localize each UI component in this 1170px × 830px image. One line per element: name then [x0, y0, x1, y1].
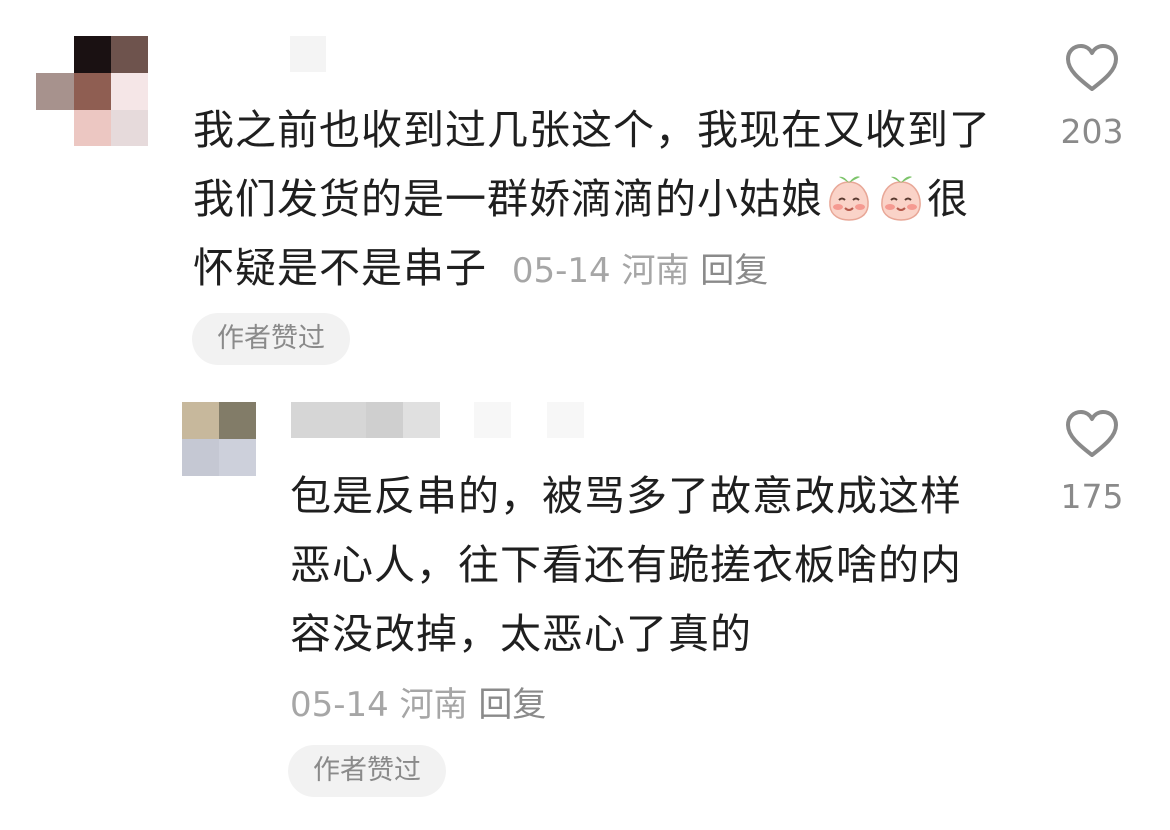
- face-with-smile-emoji: [881, 176, 921, 221]
- comment-line: 怀疑是不是串子 05-14 河南 回复: [193, 244, 769, 292]
- like-count: 175: [1060, 477, 1124, 516]
- comment-location: 河南: [621, 251, 690, 291]
- reply-comment-item: 包是反串的，被骂多了故意改成这样 恶心人，往下看还有跪搓衣板啥的内 容没改掉，太…: [0, 380, 1170, 830]
- comment-line: 容没改掉，太恶心了真的: [290, 610, 752, 658]
- username-blurred[interactable]: [195, 36, 335, 72]
- like-button[interactable]: [1064, 408, 1120, 460]
- username-blurred[interactable]: [291, 402, 591, 438]
- comment-date: 05-14: [290, 685, 389, 725]
- comment-line: 我们发货的是一群娇滴滴的小姑娘 很: [193, 165, 991, 234]
- like-button[interactable]: [1064, 42, 1120, 94]
- comment-date: 05-14: [511, 251, 611, 291]
- comment-meta: 05-14 河南 回复: [290, 677, 546, 726]
- heart-icon: [1066, 410, 1118, 457]
- comment-line: 恶心人，往下看还有跪搓衣板啥的内: [290, 541, 962, 589]
- face-with-smile-emoji: [829, 176, 869, 221]
- heart-icon: [1066, 44, 1118, 91]
- comment-line: 包是反串的，被骂多了故意改成这样: [290, 472, 962, 520]
- comment-line: 我之前也收到过几张这个，我现在又收到了: [193, 106, 991, 154]
- comment-item: 我之前也收到过几张这个，我现在又收到了 我们发货的是一群娇滴滴的小姑娘 很 怀疑…: [0, 0, 1170, 380]
- comment-meta: 05-14 河南 回复: [501, 251, 768, 291]
- reply-button[interactable]: 回复: [700, 251, 768, 291]
- like-count: 203: [1060, 112, 1124, 151]
- comment-body: 包是反串的，被骂多了故意改成这样 恶心人，往下看还有跪搓衣板啥的内 容没改掉，太…: [290, 462, 962, 669]
- avatar[interactable]: [182, 402, 256, 476]
- author-liked-badge: 作者赞过: [288, 745, 446, 797]
- avatar[interactable]: [36, 36, 148, 146]
- reply-button[interactable]: 回复: [478, 685, 546, 725]
- author-liked-badge: 作者赞过: [192, 313, 350, 365]
- comment-location: 河南: [399, 685, 468, 725]
- comment-body: 我之前也收到过几张这个，我现在又收到了 我们发货的是一群娇滴滴的小姑娘 很 怀疑…: [193, 96, 991, 306]
